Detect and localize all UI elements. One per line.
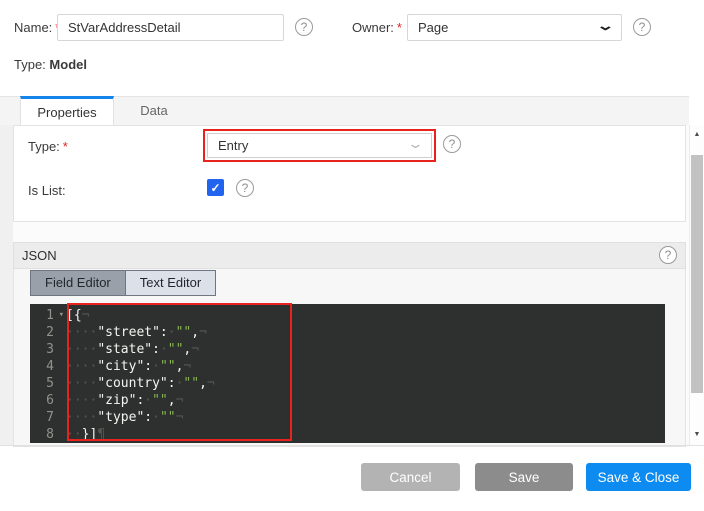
type-select-value: Entry — [218, 138, 248, 153]
variable-settings-dialog: Name:* ? Owner:* Page ⌄ ? Type: Model Pr… — [0, 0, 704, 511]
name-input[interactable] — [57, 14, 284, 41]
code-line: 3····"state":·"",¬ — [30, 341, 665, 358]
is-list-label: Is List: — [28, 183, 66, 198]
editor-mode-toggle: Field Editor Text Editor — [30, 270, 216, 296]
required-mark: * — [63, 139, 68, 154]
owner-label: Owner:* — [352, 20, 402, 35]
code-line: 2····"street":·"",¬ — [30, 324, 665, 341]
line-number: 1▾ — [30, 307, 64, 324]
pane-left-margin — [0, 125, 13, 446]
type-field-label: Type:* — [28, 139, 68, 154]
scroll-down-icon[interactable]: ▼ — [690, 430, 704, 440]
help-icon[interactable]: ? — [659, 246, 677, 264]
tab-properties-label: Properties — [37, 105, 96, 120]
checkbox-check-icon: ✓ — [210, 181, 220, 195]
json-panel-title: JSON — [22, 248, 57, 263]
line-number: 3 — [30, 341, 64, 358]
help-icon[interactable]: ? — [633, 18, 651, 36]
code-line: 5····"country":·"",¬ — [30, 375, 665, 392]
tab-data[interactable]: Data — [114, 96, 194, 125]
owner-select[interactable]: Page ⌄ — [407, 14, 622, 41]
owner-select-value: Page — [418, 20, 448, 35]
code-line: 7····"type":·""¬ — [30, 409, 665, 426]
fold-arrow-icon[interactable]: ▾ — [59, 307, 64, 324]
pane-bottom-divider — [0, 445, 704, 446]
cancel-button[interactable]: Cancel — [361, 463, 460, 491]
type-model-line: Type: Model — [14, 57, 87, 72]
name-label: Name:* — [14, 20, 60, 35]
line-number: 5 — [30, 375, 64, 392]
code-line: 8··}]¶ — [30, 426, 665, 443]
save-button[interactable]: Save — [475, 463, 573, 491]
is-list-checkbox[interactable]: ✓ — [207, 179, 224, 196]
help-icon[interactable]: ? — [443, 135, 461, 153]
code-line: 6····"zip":·"",¬ — [30, 392, 665, 409]
save-close-button[interactable]: Save & Close — [586, 463, 691, 491]
required-mark: * — [397, 20, 402, 35]
field-editor-button[interactable]: Field Editor — [31, 271, 125, 295]
line-number: 7 — [30, 409, 64, 426]
scroll-up-icon[interactable]: ▲ — [690, 130, 704, 140]
type-select[interactable]: Entry ⌄ — [207, 133, 432, 158]
line-number: 6 — [30, 392, 64, 409]
text-editor-button[interactable]: Text Editor — [125, 271, 215, 295]
scrollbar-track[interactable]: ▲ ▼ — [689, 125, 704, 446]
tab-data-label: Data — [140, 103, 167, 118]
json-code-editor[interactable]: 1▾[{¬2····"street":·"",¬3····"state":·""… — [30, 304, 665, 443]
code-line: 1▾[{¬ — [30, 307, 665, 324]
line-number: 4 — [30, 358, 64, 375]
select-chevron-icon: ⌄ — [596, 19, 615, 32]
scrollbar-thumb[interactable] — [691, 155, 703, 393]
type-model-value: Model — [49, 57, 87, 72]
tab-properties[interactable]: Properties — [20, 96, 114, 125]
code-line: 4····"city":·"",¬ — [30, 358, 665, 375]
help-icon[interactable]: ? — [236, 179, 254, 197]
line-number: 2 — [30, 324, 64, 341]
line-number: 8 — [30, 426, 64, 443]
help-icon[interactable]: ? — [295, 18, 313, 36]
json-panel-header: JSON — [13, 242, 686, 269]
dropdown-chevron-icon: ⌄ — [407, 137, 424, 150]
